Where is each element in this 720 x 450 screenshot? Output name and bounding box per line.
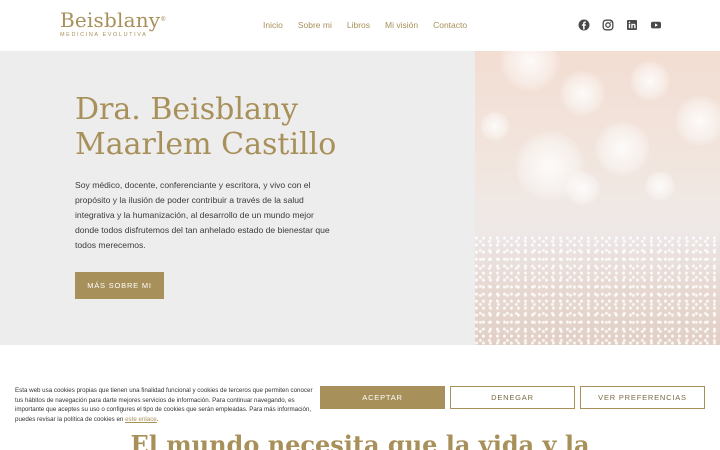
- cookie-text-body: Esta web usa cookies propias que tienen …: [15, 387, 313, 424]
- logo-subtitle: MEDICINA EVOLUTIVA: [60, 32, 148, 38]
- hero-image: [475, 51, 720, 345]
- cookie-text: Esta web usa cookies propias que tienen …: [15, 386, 315, 425]
- youtube-icon[interactable]: [650, 19, 662, 31]
- hero-description: Soy médico, docente, conferenciante y es…: [75, 180, 330, 250]
- hero-section: Dra. Beisblany Maarlem Castillo Soy médi…: [0, 51, 720, 345]
- more-about-me-button[interactable]: MÁS SOBRE MI: [75, 272, 164, 299]
- nav-libros[interactable]: Libros: [347, 19, 370, 31]
- accept-cookies-button[interactable]: ACEPTAR: [320, 386, 445, 409]
- deny-cookies-button[interactable]: DENEGAR: [450, 386, 575, 409]
- cookie-banner: Esta web usa cookies propias que tienen …: [0, 374, 720, 434]
- nav-mi-vision[interactable]: Mi visión: [385, 19, 418, 31]
- main-nav: Inicio Sobre mi Libros Mi visión Contact…: [263, 19, 482, 31]
- site-header: Beisblany® MEDICINA EVOLUTIVA Inicio Sob…: [0, 0, 720, 51]
- logo-title: Beisblany®: [60, 8, 167, 32]
- facebook-icon[interactable]: [578, 19, 590, 31]
- hero-title-line2: Maarlem Castillo: [75, 127, 337, 162]
- instagram-icon[interactable]: [602, 19, 614, 31]
- hero-text-panel: Dra. Beisblany Maarlem Castillo Soy médi…: [0, 51, 475, 345]
- registered-mark: ®: [160, 16, 167, 23]
- nav-contacto[interactable]: Contacto: [433, 19, 467, 31]
- hero-title-line1: Dra. Beisblany: [75, 92, 299, 127]
- cookie-text-end: .: [156, 416, 159, 424]
- logo[interactable]: Beisblany® MEDICINA EVOLUTIVA: [60, 9, 167, 38]
- nav-sobre-mi[interactable]: Sobre mi: [298, 19, 332, 31]
- cookie-preferences-button[interactable]: VER PREFERENCIAS: [580, 386, 705, 409]
- hero-title: Dra. Beisblany Maarlem Castillo: [75, 92, 405, 162]
- linkedin-icon[interactable]: [626, 19, 638, 31]
- nav-inicio[interactable]: Inicio: [263, 19, 283, 31]
- cookie-policy-link[interactable]: este enlace: [125, 416, 157, 423]
